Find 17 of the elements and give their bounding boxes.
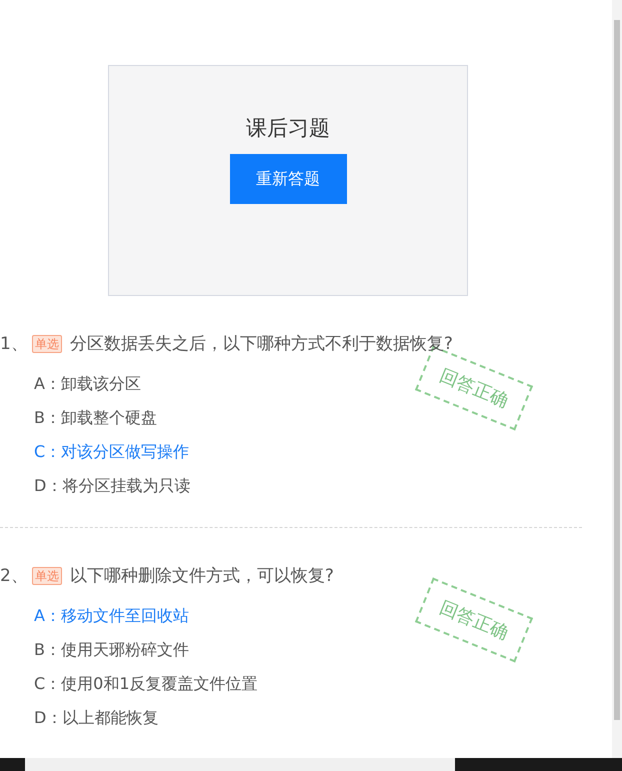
question-type-tag: 单选 xyxy=(32,566,62,584)
answer-option[interactable]: A：移动文件至回收站 xyxy=(34,599,189,633)
question-type-tag: 单选 xyxy=(32,334,62,352)
question-number: 2、 xyxy=(0,565,28,587)
answer-option[interactable]: A：卸载该分区 xyxy=(34,367,141,401)
answer-option[interactable]: D：以上都能恢复 xyxy=(34,701,158,735)
scrollbar[interactable] xyxy=(612,0,622,758)
section-title: 课后习题 xyxy=(246,115,330,142)
answer-option[interactable]: C：对该分区做写操作 xyxy=(34,435,190,469)
result-stamp: 回答正确 xyxy=(414,578,534,662)
question-number: 1、 xyxy=(0,333,28,355)
answer-option[interactable]: C：使用0和1反复覆盖文件位置 xyxy=(34,667,258,701)
answer-option[interactable]: B：使用天琊粉碎文件 xyxy=(34,633,189,667)
answer-option[interactable]: B：卸载整个硬盘 xyxy=(34,401,157,435)
answer-option[interactable]: D：将分区挂载为只读 xyxy=(34,469,190,503)
retry-button[interactable]: 重新答题 xyxy=(230,154,346,204)
question-text: 以下哪种删除文件方式，可以恢复? xyxy=(70,565,334,587)
